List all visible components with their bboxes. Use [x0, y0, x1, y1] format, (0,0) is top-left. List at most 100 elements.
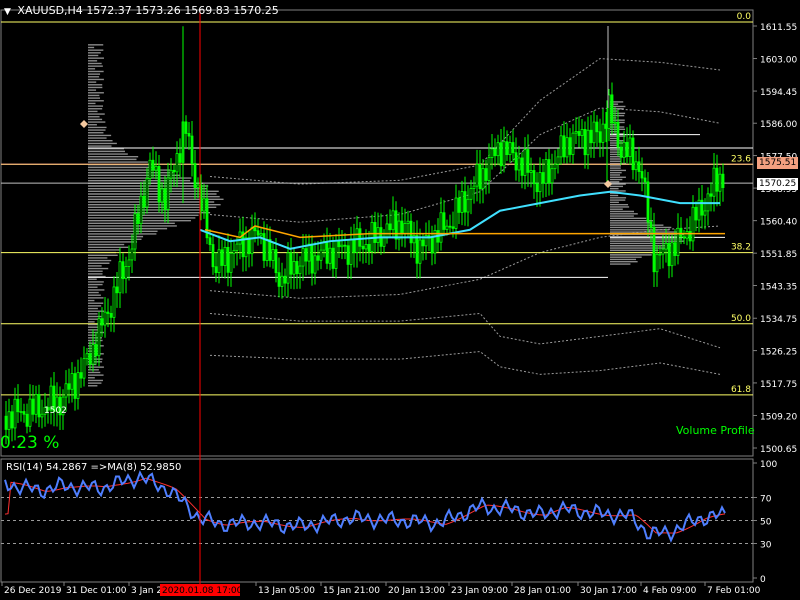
rsi-header: RSI(14) 54.2867 =>MA(8) 52.9850 — [6, 462, 181, 473]
menu-triangle-icon[interactable]: ▼ — [4, 7, 11, 17]
candle-body — [430, 237, 434, 254]
candle-body — [148, 159, 152, 179]
candle-body — [331, 247, 335, 269]
high-value: 1573.26 — [135, 4, 181, 17]
candle-body — [472, 185, 476, 189]
candle-body — [184, 121, 188, 134]
candle-body — [721, 173, 725, 189]
candle-body — [484, 168, 488, 181]
time-axis: 26 Dec 2019 31 Dec 01:00 3 Jan 2 13 Jan 05:… — [1, 582, 761, 596]
candle-body — [70, 373, 74, 390]
time-tick-label: 28 Jan 01:00 — [514, 586, 571, 596]
candle-body — [703, 210, 707, 216]
candle-body — [193, 163, 197, 188]
candle-body — [256, 230, 260, 236]
time-tick-label: 26 Dec 2019 — [4, 586, 62, 596]
candle-body — [187, 133, 191, 137]
candle-body — [451, 226, 455, 229]
rsi-tick-label: 50 — [760, 518, 772, 528]
candle-body — [127, 259, 131, 267]
candle-body — [208, 237, 212, 245]
candle-body — [232, 249, 236, 254]
candle-body — [598, 131, 602, 143]
candle-body — [691, 206, 695, 242]
candle-body — [136, 213, 140, 225]
candle-body — [88, 353, 92, 365]
candle-body — [448, 225, 452, 228]
candle-body — [118, 261, 122, 294]
price-axis: 1611.551603.001594.451586.001577.501568.… — [753, 23, 797, 455]
candle-body — [298, 265, 302, 275]
candle-body — [469, 188, 473, 200]
candle-body — [457, 197, 461, 213]
candle-body — [532, 170, 536, 185]
price-tick-label: 1594.45 — [760, 88, 797, 98]
candle-body — [388, 223, 392, 231]
fib-label: 38.2 — [731, 243, 751, 253]
fib-label: 0.0 — [737, 12, 752, 22]
candle-body — [649, 221, 653, 228]
price-tick-label: 1543.35 — [760, 283, 797, 293]
candle-body — [235, 243, 239, 251]
candle-body — [295, 261, 299, 275]
price-tick-label: 1526.25 — [760, 348, 797, 358]
candle-body — [283, 275, 287, 284]
candle-body — [583, 129, 587, 156]
change-percent: 0.23 % — [0, 433, 60, 453]
candle-body — [499, 142, 503, 167]
price-tick-label: 1603.00 — [760, 56, 797, 66]
candle-body — [682, 236, 686, 239]
time-tick-label: 3 Jan 2 — [131, 586, 162, 596]
candle-body — [694, 206, 698, 221]
rsi-tick-label: 100 — [760, 460, 777, 470]
candle-body — [28, 398, 32, 427]
candle-body — [280, 275, 284, 287]
candle-body — [316, 255, 320, 261]
low-value: 1569.83 — [184, 4, 230, 17]
candle-body — [223, 246, 227, 266]
rsi-tick-label: 30 — [760, 541, 772, 551]
candle-body — [586, 129, 590, 156]
candle-body — [547, 159, 551, 184]
candle-body — [565, 137, 569, 158]
candle-body — [334, 240, 338, 269]
price-chart[interactable]: 0.0 23.6 38.2 50.0 61.8 1611.55 1603.00 1594.4… — [0, 0, 800, 600]
candle-body — [634, 161, 638, 171]
candle-body — [247, 237, 251, 255]
candle-body — [556, 156, 560, 165]
candle-body — [154, 165, 158, 171]
candle-body — [394, 210, 398, 240]
candle-body — [517, 157, 521, 171]
candle-body — [475, 164, 479, 187]
candle-body — [211, 244, 215, 268]
candle-body — [400, 220, 404, 235]
candle-body — [445, 225, 449, 230]
candle-body — [622, 141, 626, 158]
candle-body — [373, 222, 377, 243]
candle-body — [601, 123, 605, 143]
candle-body — [337, 240, 341, 248]
candle-body — [535, 183, 539, 193]
candle-body — [307, 243, 311, 262]
candle-body — [466, 198, 470, 213]
candle-body — [382, 237, 386, 247]
volume-profile-label: Volume Profile — [676, 424, 755, 437]
rsi-tick-label: 70 — [760, 495, 772, 505]
price-tick-label: 1509.20 — [760, 412, 797, 422]
candle-body — [265, 239, 269, 261]
candle-body — [490, 148, 494, 158]
candle-body — [571, 132, 575, 155]
candle-body — [4, 415, 8, 430]
candle-body — [355, 228, 359, 253]
candle-body — [550, 168, 554, 184]
candle-body — [367, 243, 371, 252]
candle-body — [454, 197, 458, 229]
candle-body — [259, 233, 263, 236]
candle-body — [361, 245, 365, 250]
candle-body — [511, 142, 515, 154]
price-tick-label: 1611.55 — [760, 23, 797, 33]
open-value: 1572.37 — [86, 4, 132, 17]
candle-body — [520, 157, 524, 176]
time-tick-label: 20 Jan 13:00 — [388, 586, 445, 596]
candle-body — [133, 213, 137, 250]
